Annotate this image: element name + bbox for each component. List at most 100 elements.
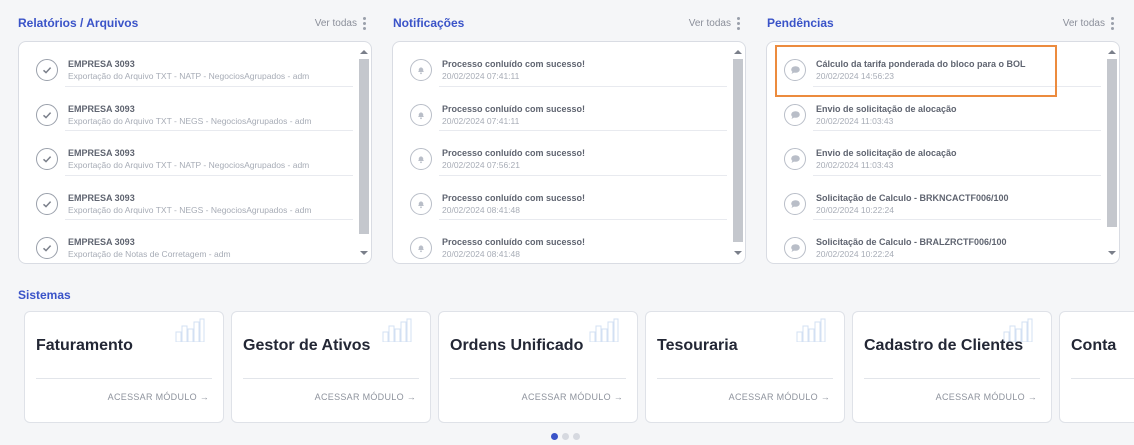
module-name: Gestor de Ativos xyxy=(243,337,371,354)
systems-carousel: Faturamento ACESSAR MÓDULO → Gestor de A… xyxy=(24,311,1134,424)
report-item[interactable]: EMPRESA 3093 Exportação do Arquivo TXT - … xyxy=(19,176,357,221)
access-module-link[interactable]: ACESSAR MÓDULO → xyxy=(108,392,209,402)
report-item[interactable]: EMPRESA 3093 Exportação do Arquivo TXT - … xyxy=(19,42,357,87)
report-item-subtitle: Exportação do Arquivo TXT - NEGS - Negoc… xyxy=(68,204,312,215)
notification-item-title: Processo conluído com sucesso! xyxy=(442,237,586,247)
pending-scrollbar[interactable] xyxy=(1105,42,1119,263)
notifications-scrollbar[interactable] xyxy=(731,42,745,263)
bar-chart-icon xyxy=(589,318,619,342)
reports-list: EMPRESA 3093 Exportação do Arquivo TXT - … xyxy=(19,42,357,263)
module-card-conta[interactable]: Conta xyxy=(1059,311,1134,423)
report-item[interactable]: EMPRESA 3093 Exportação do Arquivo TXT - … xyxy=(19,87,357,132)
module-divider xyxy=(36,378,212,379)
notification-item[interactable]: Processo conluído com sucesso! 20/02/2024… xyxy=(393,87,731,132)
module-card-faturamento[interactable]: Faturamento ACESSAR MÓDULO → xyxy=(24,311,224,423)
module-name: Tesouraria xyxy=(657,337,738,354)
carousel-dot-2[interactable] xyxy=(562,433,569,440)
notification-item-time: 20/02/2024 08:41:48 xyxy=(442,204,520,215)
access-module-link[interactable]: ACESSAR MÓDULO → xyxy=(522,392,623,402)
bell-icon xyxy=(410,59,432,81)
pending-item[interactable]: Solicitação de Calculo - BRKNCACTF006/10… xyxy=(767,176,1105,221)
report-item-title: EMPRESA 3093 xyxy=(68,103,135,114)
report-item-subtitle: Exportação do Arquivo TXT - NATP - Negoc… xyxy=(68,160,310,170)
pending-see-all-link[interactable]: Ver todas xyxy=(1062,16,1114,30)
chat-bubble-icon xyxy=(784,237,806,259)
pending-item-time: 20/02/2024 11:03:43 xyxy=(816,160,894,170)
module-card-gestor-de-ativos[interactable]: Gestor de Ativos ACESSAR MÓDULO → xyxy=(231,311,431,423)
pending-item[interactable]: Solicitação de Calculo - BRALZRCTF006/10… xyxy=(767,220,1105,263)
pending-item-title: Solicitação de Calculo - BRALZRCTF006/10… xyxy=(816,237,1007,247)
report-item-title: EMPRESA 3093 xyxy=(68,148,135,158)
notification-item-title: Processo conluído com sucesso! xyxy=(442,148,586,158)
notification-item-time: 20/02/2024 07:41:11 xyxy=(442,115,520,126)
notification-item-time: 20/02/2024 07:41:11 xyxy=(442,71,520,81)
pending-scroll-thumb[interactable] xyxy=(1107,59,1117,227)
notifications-title: Notificações xyxy=(393,16,465,30)
scroll-down-arrow-icon[interactable] xyxy=(734,251,742,255)
notification-item-title: Processo conluído com sucesso! xyxy=(442,103,586,114)
notifications-header: Notificações Ver todas xyxy=(393,14,740,32)
report-item[interactable]: EMPRESA 3093 Exportação do Arquivo TXT - … xyxy=(19,131,357,176)
access-module-link[interactable]: ACESSAR MÓDULO → xyxy=(729,392,830,402)
notifications-scroll-thumb[interactable] xyxy=(733,59,743,242)
report-item-title: EMPRESA 3093 xyxy=(68,237,135,247)
reports-scroll-thumb[interactable] xyxy=(359,59,369,234)
chat-bubble-icon xyxy=(784,148,806,170)
bell-icon xyxy=(410,103,432,126)
bar-chart-icon xyxy=(796,318,826,342)
scroll-up-arrow-icon[interactable] xyxy=(1108,50,1116,54)
chat-bubble-icon xyxy=(784,192,806,215)
notification-item-time: 20/02/2024 08:41:48 xyxy=(442,249,520,259)
module-name: Faturamento xyxy=(36,337,133,354)
notification-item-time: 20/02/2024 07:56:21 xyxy=(442,160,520,170)
notification-item[interactable]: Processo conluído com sucesso! 20/02/2024… xyxy=(393,176,731,221)
notification-item[interactable]: Processo conluído com sucesso! 20/02/2024… xyxy=(393,42,731,87)
notification-item[interactable]: Processo conluído com sucesso! 20/02/2024… xyxy=(393,220,731,263)
report-item[interactable]: EMPRESA 3093 Exportação de Notas de Corre… xyxy=(19,220,357,263)
report-item-title: EMPRESA 3093 xyxy=(68,59,135,69)
access-module-link[interactable]: ACESSAR MÓDULO → xyxy=(315,392,416,402)
pending-item-title: Envio de solicitação de alocação xyxy=(816,103,957,114)
chat-bubble-icon xyxy=(784,103,806,126)
file-check-icon xyxy=(36,192,58,215)
report-item-subtitle: Exportação do Arquivo TXT - NEGS - Negoc… xyxy=(68,115,312,126)
pending-item-time: 20/02/2024 11:03:43 xyxy=(816,115,894,126)
module-card-tesouraria[interactable]: Tesouraria ACESSAR MÓDULO → xyxy=(645,311,845,423)
scroll-up-arrow-icon[interactable] xyxy=(734,50,742,54)
reports-see-all-label: Ver todas xyxy=(314,17,357,29)
carousel-pagination xyxy=(551,433,580,440)
module-name: Cadastro de Clientes xyxy=(864,337,1024,354)
kebab-menu-icon[interactable] xyxy=(737,16,740,30)
kebab-menu-icon[interactable] xyxy=(363,16,366,30)
report-item-subtitle: Exportação de Notas de Corretagem - adm xyxy=(68,249,231,259)
scroll-down-arrow-icon[interactable] xyxy=(360,251,368,255)
access-module-link[interactable]: ACESSAR MÓDULO → xyxy=(936,392,1037,402)
notification-item[interactable]: Processo conluído com sucesso! 20/02/2024… xyxy=(393,131,731,176)
systems-title: Sistemas xyxy=(18,288,71,302)
notifications-list: Processo conluído com sucesso! 20/02/2024… xyxy=(393,42,731,263)
notifications-see-all-link[interactable]: Ver todas xyxy=(688,16,740,30)
reports-header: Relatórios / Arquivos Ver todas xyxy=(18,14,366,32)
bell-icon xyxy=(410,148,432,170)
selected-pending-highlight xyxy=(775,45,1057,97)
carousel-dot-3[interactable] xyxy=(573,433,580,440)
scroll-up-arrow-icon[interactable] xyxy=(360,50,368,54)
pending-item-title: Envio de solicitação de alocação xyxy=(816,148,957,158)
module-card-cadastro-de-clientes[interactable]: Cadastro de Clientes ACESSAR MÓDULO → xyxy=(852,311,1052,423)
module-divider xyxy=(657,378,833,379)
module-card-ordens-unificado[interactable]: Ordens Unificado ACESSAR MÓDULO → xyxy=(438,311,638,423)
report-item-title: EMPRESA 3093 xyxy=(68,192,135,203)
scroll-down-arrow-icon[interactable] xyxy=(1108,251,1116,255)
reports-see-all-link[interactable]: Ver todas xyxy=(314,16,366,30)
pending-item[interactable]: Envio de solicitação de alocação 20/02/20… xyxy=(767,131,1105,176)
kebab-menu-icon[interactable] xyxy=(1111,16,1114,30)
pending-see-all-label: Ver todas xyxy=(1062,17,1105,29)
file-check-icon xyxy=(36,59,58,81)
bell-icon xyxy=(410,237,432,259)
pending-title: Pendências xyxy=(767,16,834,30)
file-check-icon xyxy=(36,103,58,126)
reports-scrollbar[interactable] xyxy=(357,42,371,263)
notifications-see-all-label: Ver todas xyxy=(688,17,731,29)
module-name: Conta xyxy=(1071,337,1117,354)
carousel-dot-1[interactable] xyxy=(551,433,558,440)
